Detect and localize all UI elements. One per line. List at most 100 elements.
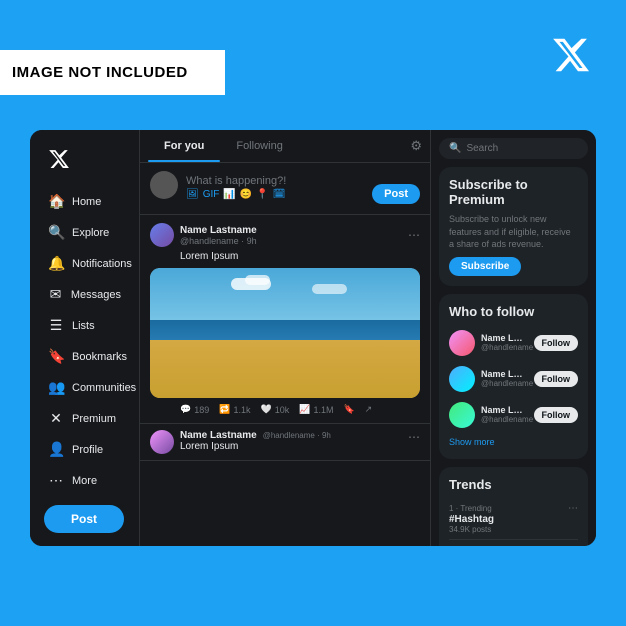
tweet-2-more-icon[interactable]: ⋯	[408, 430, 420, 444]
follow-avatar-1	[449, 330, 475, 356]
sidebar-item-lists[interactable]: ☰ Lists	[38, 311, 131, 340]
compose-icons: 🖼 GIF 📊 😊 📍 🗓	[186, 187, 364, 206]
tweet-1-text: Lorem Ipsum	[150, 251, 420, 262]
follow-avatar-3	[449, 402, 475, 428]
tab-following[interactable]: Following	[220, 130, 298, 162]
explore-icon: 🔍	[48, 224, 64, 241]
tweet-1-header: Name Lastname @handlename · 9h ⋯	[150, 223, 420, 247]
sidebar-item-bookmarks[interactable]: 🔖 Bookmarks	[38, 342, 131, 371]
follow-avatar-2	[449, 366, 475, 392]
search-bar[interactable]: 🔍 Search	[439, 138, 588, 159]
follow-handle-2: @handlename	[481, 379, 528, 388]
sidebar-item-lists-label: Lists	[72, 320, 95, 332]
tweet-1-like[interactable]: 🤍 10k	[260, 404, 289, 415]
tweet-1: Name Lastname @handlename · 9h ⋯ Lorem I…	[140, 215, 430, 424]
tweet-1-actions: 💬 189 🔁 1.1k 🤍 10k 📈 1.1M 🔖	[150, 404, 420, 415]
location-compose-icon[interactable]: 📍	[256, 189, 268, 200]
banner-text: IMAGE NOT INCLUDED	[12, 64, 188, 81]
tweet-2-handle: @handlename · 9h	[263, 431, 331, 440]
follow-handle-3: @handlename	[481, 415, 528, 424]
schedule-compose-icon[interactable]: 🗓	[273, 189, 286, 200]
premium-card: Subscribe to Premium Subscribe to unlock…	[439, 167, 588, 286]
follow-button-1[interactable]: Follow	[534, 335, 579, 351]
sidebar-item-explore-label: Explore	[72, 227, 109, 239]
follow-info-2: Name Lastname @handlename	[481, 369, 528, 388]
sidebar-item-notifications-label: Notifications	[72, 258, 132, 270]
tweet-1-avatar	[150, 223, 174, 247]
trend-item-2: 2 · Trending ⋯ #Hashtag 34.9K posts	[449, 540, 578, 546]
main-feed: For you Following ⚙ What is happening?! …	[140, 130, 431, 546]
trend-1-header: 1 · Trending ⋯	[449, 503, 578, 514]
image-compose-icon[interactable]: 🖼	[186, 189, 199, 200]
sidebar-item-more-label: More	[72, 475, 97, 487]
tweet-1-reply[interactable]: 💬 189	[180, 404, 209, 415]
tweet-1-more-icon[interactable]: ⋯	[408, 228, 420, 242]
compose-avatar	[150, 171, 178, 199]
search-icon: 🔍	[449, 143, 461, 154]
trend-item-1: 1 · Trending ⋯ #Hashtag 34.9K posts	[449, 498, 578, 540]
tweet-1-retweet[interactable]: 🔁 1.1k	[219, 404, 250, 415]
tweet-1-name: Name Lastname	[180, 225, 402, 236]
tweet-1-bookmark[interactable]: 🔖	[343, 404, 354, 415]
compose-placeholder[interactable]: What is happening?!	[186, 171, 364, 187]
sidebar-item-messages[interactable]: ✉ Messages	[38, 280, 131, 309]
who-to-follow-card: Who to follow Name Lastname @handlename …	[439, 294, 588, 459]
gif-compose-icon[interactable]: GIF	[203, 189, 220, 200]
tab-for-you[interactable]: For you	[148, 130, 220, 162]
follow-name-1: Name Lastname	[481, 333, 528, 343]
show-more-link[interactable]: Show more	[449, 433, 578, 449]
sidebar-item-notifications[interactable]: 🔔 Notifications	[38, 249, 131, 278]
tweet-1-share[interactable]: ↗	[365, 404, 373, 415]
feed-tabs: For you Following ⚙	[140, 130, 430, 163]
follow-name-2: Name Lastname	[481, 369, 528, 379]
tweet-1-views[interactable]: 📈 1.1M	[299, 404, 333, 415]
sidebar-logo	[38, 142, 131, 181]
sidebar-item-explore[interactable]: 🔍 Explore	[38, 218, 131, 247]
follow-button-2[interactable]: Follow	[534, 371, 579, 387]
communities-icon: 👥	[48, 379, 64, 396]
poll-compose-icon[interactable]: 📊	[223, 189, 235, 200]
premium-icon: ✕	[48, 410, 64, 427]
tweet-2: Name Lastname @handlename · 9h Lorem Ips…	[140, 424, 430, 461]
sidebar: 🏠 Home 🔍 Explore 🔔 Notifications ✉ Messa…	[30, 130, 140, 546]
sidebar-item-premium[interactable]: ✕ Premium	[38, 404, 131, 433]
follow-info-3: Name Lastname @handlename	[481, 405, 528, 424]
trend-2-header: 2 · Trending ⋯	[449, 545, 578, 546]
sidebar-item-communities[interactable]: 👥 Communities	[38, 373, 131, 402]
twitter-ui-container: 🏠 Home 🔍 Explore 🔔 Notifications ✉ Messa…	[30, 130, 596, 546]
follow-handle-1: @handlename	[481, 343, 528, 352]
compose-post-button[interactable]: Post	[372, 184, 420, 204]
sidebar-item-home[interactable]: 🏠 Home	[38, 187, 131, 216]
trend-1-meta: 1 · Trending	[449, 504, 492, 513]
tweet-1-user: Name Lastname @handlename · 9h	[180, 225, 402, 246]
post-button[interactable]: Post	[44, 505, 124, 533]
sidebar-item-more[interactable]: ⋯ More	[38, 466, 131, 495]
sidebar-item-profile-label: Profile	[72, 444, 103, 456]
tweet-1-image	[150, 268, 420, 398]
sidebar-item-messages-label: Messages	[71, 289, 121, 301]
beach-sand	[150, 340, 420, 399]
tweet-2-content: Name Lastname @handlename · 9h Lorem Ips…	[180, 430, 402, 452]
cloud-2	[245, 275, 270, 285]
cloud-3	[312, 284, 347, 294]
follow-name-3: Name Lastname	[481, 405, 528, 415]
subscribe-button[interactable]: Subscribe	[449, 257, 521, 276]
follow-item-3: Name Lastname @handlename Follow	[449, 397, 578, 433]
sidebar-item-premium-label: Premium	[72, 413, 116, 425]
trends-title: Trends	[449, 477, 578, 492]
trend-1-tag[interactable]: #Hashtag	[449, 514, 578, 525]
trend-1-more-icon[interactable]: ⋯	[568, 503, 578, 514]
x-logo-header	[546, 30, 596, 80]
sidebar-item-profile[interactable]: 👤 Profile	[38, 435, 131, 464]
trends-card: Trends 1 · Trending ⋯ #Hashtag 34.9K pos…	[439, 467, 588, 546]
trend-1-posts: 34.9K posts	[449, 525, 578, 534]
follow-button-3[interactable]: Follow	[534, 407, 579, 423]
trend-2-more-icon[interactable]: ⋯	[568, 545, 578, 546]
more-icon: ⋯	[48, 472, 64, 489]
follow-item-1: Name Lastname @handlename Follow	[449, 325, 578, 361]
sidebar-item-communities-label: Communities	[72, 382, 136, 394]
tweet-1-handle: @handlename · 9h	[180, 236, 402, 246]
settings-icon[interactable]: ⚙	[410, 138, 422, 154]
emoji-compose-icon[interactable]: 😊	[240, 189, 252, 200]
lists-icon: ☰	[48, 317, 64, 334]
